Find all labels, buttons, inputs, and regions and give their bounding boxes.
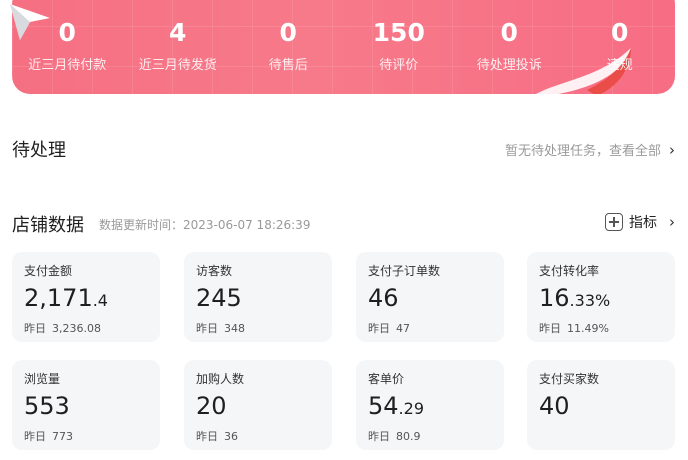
metric-label: 加购人数	[196, 372, 245, 386]
stat-label: 待评价	[379, 58, 419, 73]
metric-value: 20	[196, 392, 227, 420]
stat-label: 待售后	[268, 58, 308, 73]
metric-value: 54.29	[368, 392, 424, 420]
stat-pending-review[interactable]: 150 待评价	[344, 18, 455, 73]
stat-pending-shipment[interactable]: 4 近三月待发货	[123, 18, 234, 73]
metric-card-payment-amount[interactable]: 支付金额 2,171.4 昨日 3,236.08	[12, 252, 160, 342]
metric-card-paying-buyers[interactable]: 支付买家数 40	[527, 360, 675, 450]
metric-card-avg-order-value[interactable]: 客单价 54.29 昨日 80.9	[356, 360, 504, 450]
metric-label: 支付买家数	[539, 372, 600, 386]
metric-value: 2,171.4	[24, 284, 108, 312]
stat-value: 0	[58, 18, 76, 47]
metric-label: 支付转化率	[539, 264, 600, 278]
metric-card-add-to-cart[interactable]: 加购人数 20 昨日 36	[184, 360, 332, 450]
metric-yesterday: 昨日 47	[368, 322, 410, 335]
metric-card-visitors[interactable]: 访客数 245 昨日 348	[184, 252, 332, 342]
view-all-label: 暂无待处理任务，查看全部	[504, 144, 661, 159]
stat-label: 待处理投诉	[476, 58, 542, 73]
todo-title: 待处理	[12, 140, 66, 161]
view-all-todo-link[interactable]: 暂无待处理任务，查看全部 ›	[504, 140, 675, 160]
metric-label: 客单价	[368, 372, 405, 386]
stat-label: 近三月待发货	[138, 58, 217, 73]
metric-settings-button[interactable]: 指标 ›	[605, 212, 675, 232]
metric-label: 浏览量	[24, 372, 61, 386]
stat-violations[interactable]: 0 违规	[565, 18, 676, 73]
stat-value: 4	[169, 18, 187, 47]
metric-label: 访客数	[196, 264, 233, 278]
stat-value: 0	[611, 18, 629, 47]
metric-value: 46	[368, 284, 399, 312]
stat-after-sales[interactable]: 0 待售后	[233, 18, 344, 73]
chevron-right-icon: ›	[669, 213, 675, 231]
metric-button-label: 指标	[629, 215, 657, 231]
chevron-right-icon: ›	[669, 140, 675, 159]
metric-label: 支付子订单数	[368, 264, 441, 278]
update-timestamp: 数据更新时间：2023-06-07 18:26:39	[99, 218, 311, 232]
todo-section-header: 待处理 暂无待处理任务，查看全部 ›	[12, 136, 675, 161]
metric-card-conversion-rate[interactable]: 支付转化率 16.33% 昨日 11.49%	[527, 252, 675, 342]
stat-value: 0	[500, 18, 518, 47]
metric-value: 16.33%	[539, 284, 611, 312]
order-stats: 0 近三月待付款 4 近三月待发货 0 待售后 150 待评价 0 待处理投诉 …	[12, 18, 675, 73]
metric-yesterday: 昨日 80.9	[368, 430, 421, 443]
metric-value: 40	[539, 392, 570, 420]
metric-value: 245	[196, 284, 242, 312]
metric-yesterday: 昨日 348	[196, 322, 245, 335]
stat-label: 违规	[606, 58, 633, 73]
metric-card-suborders[interactable]: 支付子订单数 46 昨日 47	[356, 252, 504, 342]
shop-data-header: 店铺数据 数据更新时间：2023-06-07 18:26:39 指标 ›	[12, 211, 675, 236]
stat-pending-payment[interactable]: 0 近三月待付款	[12, 18, 123, 73]
metric-yesterday: 昨日 11.49%	[539, 322, 609, 335]
metric-card-pageviews[interactable]: 浏览量 553 昨日 773	[12, 360, 160, 450]
metric-value: 553	[24, 392, 70, 420]
metric-yesterday: 昨日 773	[24, 430, 73, 443]
stat-value: 150	[372, 18, 425, 47]
metric-label: 支付金额	[24, 264, 73, 278]
shop-data-title: 店铺数据	[12, 215, 84, 236]
stat-complaints[interactable]: 0 待处理投诉	[454, 18, 565, 73]
metric-yesterday: 昨日 3,236.08	[24, 322, 101, 335]
stat-value: 0	[279, 18, 297, 47]
plus-square-icon	[605, 213, 623, 231]
stat-label: 近三月待付款	[28, 58, 107, 73]
metric-yesterday: 昨日 36	[196, 430, 238, 443]
